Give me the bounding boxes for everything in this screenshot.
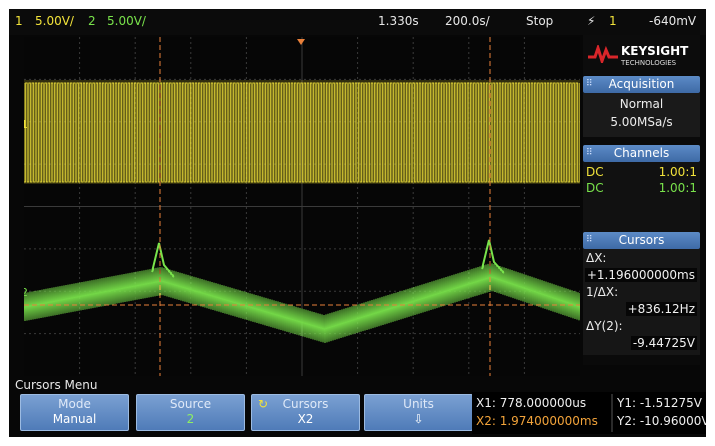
ch1-probe: 1.00:1 [658, 165, 697, 179]
drag-dots-icon: ⠿ [586, 79, 593, 89]
cursors-key-value: X2 [297, 412, 314, 426]
screenshot-frame: 1 5.00V/ 2 5.00V/ 1.330s 200.0s/ Stop ⚡ … [0, 0, 715, 446]
mode-key-value: Manual [52, 412, 97, 426]
time-scale[interactable]: 200.0s/ [445, 14, 490, 28]
brand-logo: KEYSIGHT TECHNOLOGIES [583, 35, 700, 75]
cursors-title: Cursors [618, 233, 665, 247]
x1-readout: X1: 778.000000us [476, 396, 587, 410]
ch2-probe: 1.00:1 [658, 181, 697, 195]
y2-readout: Y2: -10.96000V [617, 414, 706, 428]
source-key-value: 2 [186, 412, 195, 426]
ch1-ground-marker[interactable]: 1 [24, 118, 28, 131]
inverse-delta-x-label: 1/ΔX: [586, 285, 619, 299]
ch1-number[interactable]: 1 [15, 14, 23, 28]
waveform-display[interactable]: 1 2 [24, 37, 580, 376]
menu-title: Cursors Menu [15, 378, 98, 392]
brand-name: KEYSIGHT [621, 44, 689, 58]
oscilloscope-screen: 1 5.00V/ 2 5.00V/ 1.330s 200.0s/ Stop ⚡ … [9, 9, 706, 437]
sample-rate: 5.00MSa/s [610, 115, 673, 129]
delta-y-value: -9.44725V [630, 336, 697, 350]
mode-key-title: Mode [58, 397, 91, 411]
channels-box: DC 1.00:1 DC 1.00:1 [583, 162, 700, 232]
submenu-arrow-icon: ⇩ [413, 412, 424, 426]
drag-dots-icon: ⠿ [586, 235, 593, 245]
channel1-waveform [24, 80, 580, 184]
ch2-scale[interactable]: 5.00V/ [107, 14, 146, 28]
cursors-softkey[interactable]: ↻ Cursors X2 [251, 394, 360, 431]
units-softkey[interactable]: Units ⇩ [364, 394, 473, 431]
brand-subtitle: TECHNOLOGIES [621, 59, 677, 67]
channels-header[interactable]: ⠿ Channels [583, 145, 700, 162]
trigger-source[interactable]: 1 [609, 14, 617, 28]
acquisition-title: Acquisition [608, 77, 675, 91]
cursors-header[interactable]: ⠿ Cursors [583, 232, 700, 249]
info-panel: KEYSIGHT TECHNOLOGIES ⠿ Acquisition Norma… [583, 35, 700, 365]
units-key-title: Units [403, 397, 434, 411]
status-bar: 1 5.00V/ 2 5.00V/ 1.330s 200.0s/ Stop ⚡ … [9, 9, 706, 35]
cursor-readouts: X1: 778.000000us X2: 1.974000000ms Y1: -… [472, 392, 706, 434]
acquisition-header[interactable]: ⠿ Acquisition [583, 76, 700, 93]
ch2-number[interactable]: 2 [88, 14, 96, 28]
y1-readout: Y1: -1.51275V [617, 396, 702, 410]
trigger-edge-icon: ⚡ [587, 14, 596, 28]
delta-y-label: ΔY(2): [586, 319, 623, 333]
cursors-box: ΔX: +1.196000000ms 1/ΔX: +836.12Hz ΔY(2)… [583, 249, 700, 355]
acquisition-box: Normal 5.00MSa/s [583, 93, 700, 137]
ch2-ground-marker[interactable]: 2 [24, 286, 28, 299]
channels-title: Channels [613, 146, 670, 160]
keysight-wave-icon [588, 45, 618, 63]
mode-softkey[interactable]: Mode Manual [20, 394, 129, 431]
ch1-coupling: DC [586, 165, 604, 179]
delta-x-value: +1.196000000ms [584, 268, 697, 282]
frequency-value: +836.12Hz [625, 302, 697, 316]
acquisition-mode: Normal [619, 97, 664, 111]
delta-x-label: ΔX: [586, 251, 607, 265]
ch2-coupling: DC [586, 181, 604, 195]
drag-dots-icon: ⠿ [586, 148, 593, 158]
ch1-scale[interactable]: 5.00V/ [35, 14, 74, 28]
cursors-key-title: Cursors [282, 397, 329, 411]
time-position[interactable]: 1.330s [378, 14, 419, 28]
x2-readout: X2: 1.974000000ms [476, 414, 598, 428]
readout-divider [611, 394, 613, 432]
source-softkey[interactable]: Source 2 [136, 394, 245, 431]
trigger-level[interactable]: -640mV [649, 14, 696, 28]
run-state[interactable]: Stop [526, 14, 553, 28]
source-key-title: Source [169, 397, 212, 411]
